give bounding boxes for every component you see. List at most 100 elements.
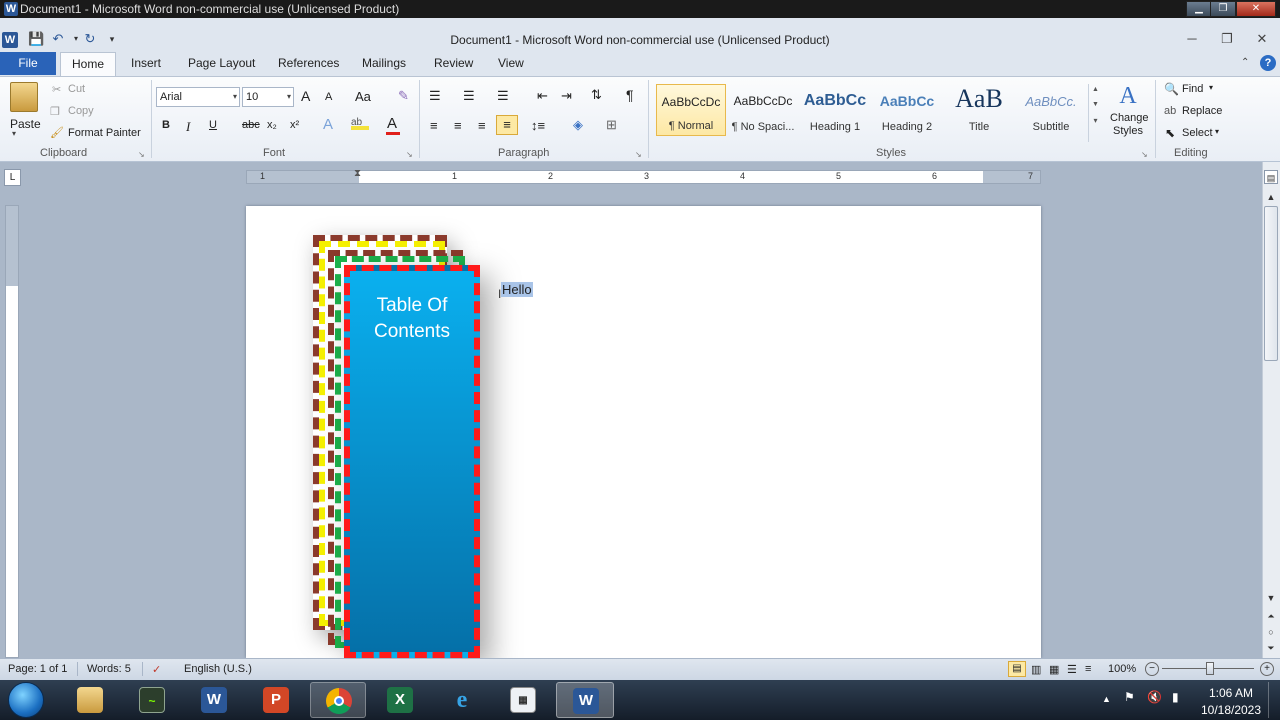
- scroll-up-icon[interactable]: ▲: [1264, 190, 1278, 204]
- replace-icon[interactable]: ab: [1164, 105, 1176, 117]
- taskbar-explorer[interactable]: [64, 682, 116, 718]
- grow-font-icon[interactable]: A: [301, 88, 310, 104]
- styles-scroll-down-icon[interactable]: ▼: [1089, 101, 1102, 108]
- tab-mailings[interactable]: Mailings: [362, 56, 406, 70]
- style-title[interactable]: AaB Title: [944, 84, 1014, 136]
- help-icon[interactable]: ?: [1260, 55, 1276, 71]
- zoom-out-icon[interactable]: −: [1145, 662, 1159, 676]
- subscript-button[interactable]: x₂: [267, 119, 277, 131]
- taskbar-internet-explorer[interactable]: e: [436, 682, 488, 718]
- taskbar-task-manager[interactable]: ~: [126, 682, 178, 718]
- vertical-ruler[interactable]: [5, 205, 19, 658]
- zoom-slider-thumb[interactable]: [1206, 662, 1214, 675]
- bold-button[interactable]: B: [162, 119, 170, 131]
- style-heading-2[interactable]: AaBbCc Heading 2: [872, 84, 942, 136]
- close-button[interactable]: ✕: [1251, 30, 1273, 48]
- font-size-dropdown-icon[interactable]: ▾: [287, 88, 291, 106]
- styles-scroll-up-icon[interactable]: ▲: [1089, 86, 1102, 93]
- numbering-icon[interactable]: ☰: [463, 88, 475, 104]
- styles-more-icon[interactable]: ▾: [1089, 116, 1102, 125]
- minimize-ribbon-icon[interactable]: ⌃: [1241, 57, 1249, 68]
- full-screen-reading-icon[interactable]: ▥: [1031, 663, 1041, 676]
- select-dropdown-icon[interactable]: ▾: [1215, 127, 1219, 136]
- start-button[interactable]: [8, 682, 44, 718]
- os-close-button[interactable]: ✕: [1236, 1, 1276, 17]
- format-painter-icon[interactable]: 🖌: [50, 126, 64, 139]
- browse-object-icon[interactable]: ○: [1264, 625, 1278, 639]
- page-count-status[interactable]: Page: 1 of 1: [8, 663, 67, 675]
- change-case-icon[interactable]: Aa: [355, 89, 371, 104]
- sort-icon[interactable]: ⇅: [591, 87, 602, 103]
- font-launcher-icon[interactable]: ↘: [406, 150, 413, 159]
- print-layout-icon[interactable]: ▤: [1008, 661, 1026, 677]
- superscript-button[interactable]: x²: [290, 119, 299, 131]
- paste-icon[interactable]: [10, 82, 38, 112]
- text-effects-icon[interactable]: A: [323, 116, 333, 133]
- align-left-icon[interactable]: ≡: [430, 118, 438, 133]
- styles-launcher-icon[interactable]: ↘: [1141, 150, 1148, 159]
- line-spacing-icon[interactable]: ↕≡: [531, 118, 545, 133]
- align-right-icon[interactable]: ≡: [478, 118, 486, 133]
- style-heading-1[interactable]: AaBbCc Heading 1: [800, 84, 870, 136]
- os-restore-button[interactable]: ❐: [1210, 1, 1236, 17]
- justify-icon[interactable]: ≡: [496, 115, 518, 135]
- previous-page-icon[interactable]: ⏶: [1264, 609, 1278, 623]
- zoom-level[interactable]: 100%: [1108, 663, 1136, 675]
- shading-icon[interactable]: ◈: [573, 117, 583, 133]
- selected-text-hello[interactable]: Hello: [501, 282, 533, 297]
- paragraph-launcher-icon[interactable]: ↘: [635, 150, 642, 159]
- tray-time[interactable]: 1:06 AM: [1206, 686, 1256, 700]
- tab-selector[interactable]: L: [4, 169, 21, 186]
- italic-button[interactable]: I: [186, 119, 190, 135]
- taskbar-chrome[interactable]: [310, 682, 366, 718]
- tab-home[interactable]: Home: [60, 52, 116, 77]
- select-icon[interactable]: ⬉: [1165, 126, 1175, 140]
- taskbar-word-active[interactable]: W: [556, 682, 614, 718]
- style-normal[interactable]: AaBbCcDc ¶ Normal: [656, 84, 726, 136]
- taskbar-powerpoint[interactable]: P: [250, 682, 302, 718]
- cut-button[interactable]: Cut: [68, 83, 85, 95]
- underline-button[interactable]: U: [209, 119, 217, 131]
- tray-date[interactable]: 10/18/2023: [1200, 703, 1262, 717]
- tab-view[interactable]: View: [498, 56, 524, 70]
- cut-icon[interactable]: ✂: [52, 83, 61, 96]
- clear-formatting-icon[interactable]: ✎: [398, 88, 409, 104]
- font-name-combo[interactable]: Arial ▾: [156, 87, 240, 107]
- proofing-icon[interactable]: ✓: [152, 663, 161, 676]
- clipboard-launcher-icon[interactable]: ↘: [138, 150, 145, 159]
- taskbar-calculator[interactable]: ▦: [497, 682, 549, 718]
- os-minimize-button[interactable]: ▁: [1186, 1, 1212, 17]
- word-count-status[interactable]: Words: 5: [87, 663, 131, 675]
- outline-view-icon[interactable]: ☰: [1067, 663, 1077, 676]
- tab-page-layout[interactable]: Page Layout: [188, 56, 255, 70]
- bullets-icon[interactable]: ☰: [429, 88, 441, 104]
- find-icon[interactable]: 🔍: [1164, 82, 1179, 96]
- tab-references[interactable]: References: [278, 56, 339, 70]
- taskbar-word-pinned[interactable]: W: [188, 682, 240, 718]
- tray-volume-muted-icon[interactable]: 🔇: [1147, 690, 1162, 704]
- tray-overflow-icon[interactable]: ▲: [1102, 694, 1111, 704]
- tab-insert[interactable]: Insert: [131, 56, 161, 70]
- tray-network-icon[interactable]: ▮: [1172, 690, 1179, 704]
- format-painter-button[interactable]: Format Painter: [68, 127, 141, 139]
- borders-icon[interactable]: ⊞: [606, 117, 617, 133]
- shrink-font-icon[interactable]: A: [325, 91, 332, 103]
- copy-button[interactable]: Copy: [68, 105, 94, 117]
- view-ruler-icon[interactable]: ▤: [1264, 170, 1278, 184]
- zoom-in-icon[interactable]: +: [1260, 662, 1274, 676]
- tab-file[interactable]: File: [0, 52, 56, 75]
- find-dropdown-icon[interactable]: ▾: [1209, 83, 1213, 92]
- increase-indent-icon[interactable]: ⇥: [561, 88, 572, 104]
- highlight-icon[interactable]: ab: [351, 117, 369, 130]
- tray-action-center-icon[interactable]: ⚑: [1124, 690, 1135, 704]
- draft-view-icon[interactable]: ≡: [1085, 663, 1091, 675]
- decrease-indent-icon[interactable]: ⇤: [537, 88, 548, 104]
- scroll-thumb[interactable]: [1264, 206, 1278, 361]
- web-layout-icon[interactable]: ▦: [1049, 663, 1059, 676]
- tab-review[interactable]: Review: [434, 56, 473, 70]
- language-status[interactable]: English (U.S.): [184, 663, 252, 675]
- strikethrough-button[interactable]: abc: [242, 119, 260, 131]
- font-size-combo[interactable]: 10 ▾: [242, 87, 294, 107]
- show-formatting-icon[interactable]: ¶: [626, 87, 634, 103]
- font-name-dropdown-icon[interactable]: ▾: [233, 88, 237, 106]
